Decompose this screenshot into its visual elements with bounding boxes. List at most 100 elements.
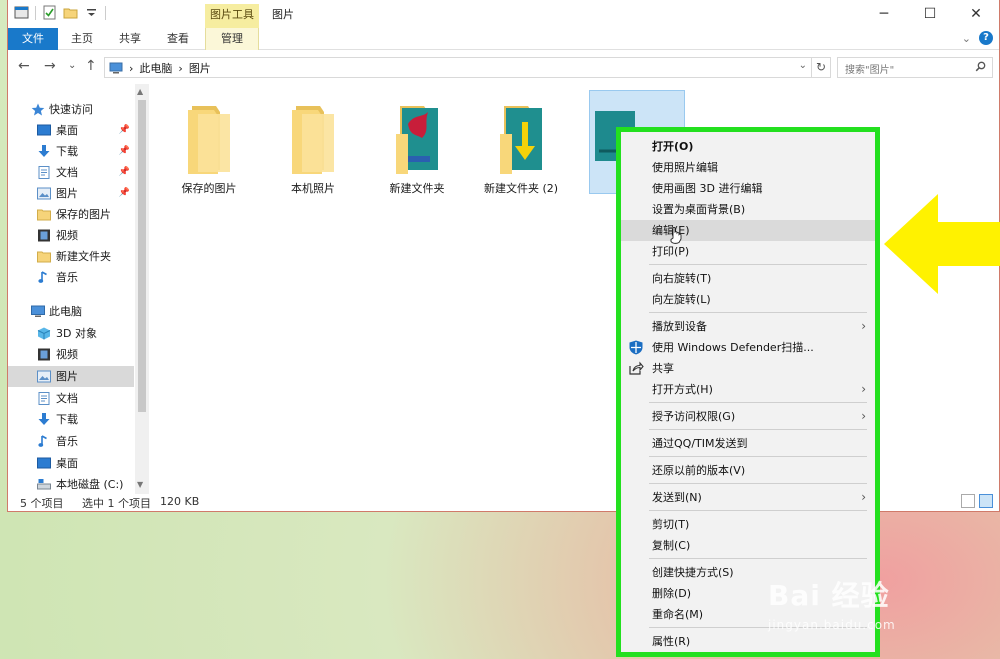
pin-icon: 📌 [118,188,130,198]
menu-item-open[interactable]: 打开(O) [621,136,875,157]
music-icon [38,271,47,283]
sidebar-item-desktop[interactable]: 桌面 📌 [8,120,134,141]
sidebar-item-3d-objects[interactable]: 3D 对象 [8,323,134,344]
sidebar-scrollbar[interactable]: ▲ ▼ [135,84,149,494]
menu-item-print[interactable]: 打印(P) [621,241,875,262]
close-button[interactable]: ✕ [953,0,999,28]
scrollbar-thumb[interactable] [138,100,146,412]
tab-share[interactable]: 共享 [108,28,152,50]
sidebar-this-pc[interactable]: 此电脑 [8,301,134,322]
sidebar-item-downloads-pc[interactable]: 下载 [8,409,134,430]
menu-item-edit-with-paint3d[interactable]: 使用画图 3D 进行编辑 [621,178,875,199]
breadcrumb: › 此电脑 › 图片 [109,60,211,76]
folder-item[interactable]: 本机照片 [265,90,361,195]
menu-item-label: 播放到设备 [652,320,707,333]
selection-size: 120 KB [160,495,200,508]
tab-view[interactable]: 查看 [156,28,200,50]
watermark-brand: Bai 经验 [768,579,890,612]
download-icon [38,145,50,157]
sidebar-item-videos-quick[interactable]: 视频 [8,225,134,246]
video-icon [38,348,50,361]
scroll-up-arrow-icon[interactable]: ▲ [137,87,143,96]
customize-toolbar-icon[interactable] [84,5,99,20]
sidebar-item-label: 新建文件夹 [56,250,111,263]
sidebar-item-label: 桌面 [56,457,78,470]
sidebar-item-music-quick[interactable]: 音乐 [8,267,134,288]
breadcrumb-separator: › [178,61,183,75]
sidebar-item-pictures[interactable]: 图片 [8,366,134,387]
menu-item-send-via-qq[interactable]: 通过QQ/TIM发送到 [621,433,875,454]
menu-item-defender-scan[interactable]: 使用 Windows Defender扫描... [621,337,875,358]
maximize-button[interactable]: ☐ [907,0,953,28]
address-dropdown-button[interactable]: ⌄ [799,60,807,71]
folder-item[interactable]: 新建文件夹 (2) [473,90,569,195]
menu-item-cut[interactable]: 剪切(T) [621,514,875,535]
menu-item-copy[interactable]: 复制(C) [621,535,875,556]
file-label: 本机照片 [291,182,335,195]
folder-icon [292,106,334,174]
large-icons-view-button[interactable] [979,494,993,508]
menu-item-rotate-left[interactable]: 向左旋转(L) [621,289,875,310]
tab-home[interactable]: 主页 [60,28,104,50]
menu-item-share[interactable]: 共享 [621,358,875,379]
share-icon [629,361,644,375]
sidebar-item-downloads[interactable]: 下载 📌 [8,141,134,162]
sidebar-item-saved-pictures[interactable]: 保存的图片 [8,204,134,225]
sidebar-item-desktop-pc[interactable]: 桌面 [8,453,134,474]
menu-item-send-to[interactable]: 发送到(N) › [621,487,875,508]
this-pc-icon [109,62,123,74]
search-input[interactable]: 搜索"图片" [837,57,993,78]
menu-item-restore-versions[interactable]: 还原以前的版本(V) [621,460,875,481]
sidebar-item-pictures-quick[interactable]: 图片 📌 [8,183,134,204]
sidebar-item-new-folder[interactable]: 新建文件夹 [8,246,134,267]
refresh-button[interactable]: ↻ [812,57,831,78]
menu-item-give-access[interactable]: 授予访问权限(G) › [621,406,875,427]
sidebar-quick-access[interactable]: 快速访问 [8,99,134,120]
sidebar-item-documents-pc[interactable]: 文档 [8,388,134,409]
menu-item-label: 共享 [652,362,674,375]
drive-icon [37,479,51,490]
details-view-button[interactable] [961,494,975,508]
sidebar-item-videos[interactable]: 视频 [8,344,134,365]
menu-item-edit[interactable]: 编辑(E) [621,220,875,241]
properties-check-icon[interactable] [42,5,57,20]
yellow-pointer-arrow-icon [884,194,1000,294]
music-icon [38,435,47,447]
sidebar-item-documents[interactable]: 文档 📌 [8,162,134,183]
file-label: 保存的图片 [181,182,237,195]
menu-item-rotate-right[interactable]: 向右旋转(T) [621,268,875,289]
tab-manage[interactable]: 管理 [205,28,259,50]
menu-item-edit-with-photos[interactable]: 使用照片编辑 [621,157,875,178]
menu-item-open-with[interactable]: 打开方式(H) › [621,379,875,400]
minimize-button[interactable]: ─ [861,0,907,28]
view-toggle [961,494,993,508]
breadcrumb-this-pc[interactable]: 此电脑 [139,60,172,76]
folder-icon [37,209,51,221]
address-bar[interactable]: › 此电脑 › 图片 ⌄ [104,57,812,78]
explorer-app-icon [14,6,29,19]
tab-file[interactable]: 文件 [8,28,58,50]
breadcrumb-pictures[interactable]: 图片 [189,60,211,76]
this-pc-icon [31,305,45,317]
item-count: 5 个项目 [20,497,64,510]
up-button[interactable]: ↑ [85,58,97,74]
folder-item[interactable]: 保存的图片 [161,90,257,195]
menu-item-set-desktop-background[interactable]: 设置为桌面背景(B) [621,199,875,220]
ribbon-expand-button[interactable]: ⌄ [962,32,971,45]
pictures-icon [37,370,51,383]
menu-separator [649,312,867,313]
menu-item-cast-to-device[interactable]: 播放到设备 › [621,316,875,337]
sidebar-item-music[interactable]: 音乐 [8,431,134,452]
forward-button[interactable]: → [44,58,56,74]
back-button[interactable]: ← [18,58,30,74]
picture-tools-header: 图片工具 [205,4,259,28]
mouse-cursor-icon [670,227,682,244]
folder-item[interactable]: 新建文件夹 [369,90,465,195]
help-button[interactable]: ? [979,31,993,45]
breadcrumb-separator: › [129,61,134,75]
scroll-down-arrow-icon[interactable]: ▼ [137,480,143,489]
recent-locations-button[interactable]: ⌄ [68,60,76,71]
new-folder-icon[interactable] [63,5,78,20]
toolbar-divider [105,5,106,20]
menu-separator [649,264,867,265]
